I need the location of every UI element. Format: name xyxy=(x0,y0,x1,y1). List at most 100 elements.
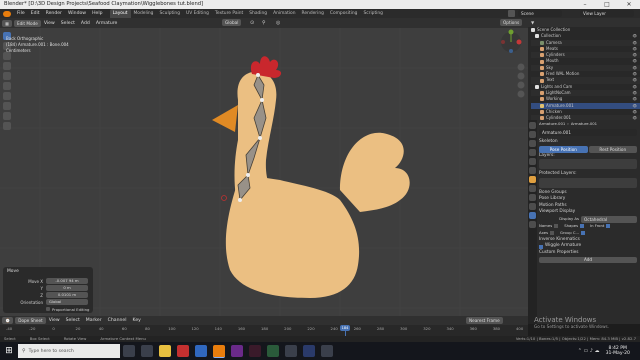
tab-uv-editing[interactable]: UV Editing xyxy=(183,9,212,18)
move-x-field[interactable]: -0.007 94 m xyxy=(46,278,88,284)
minimize-button[interactable]: – xyxy=(574,0,596,9)
mode-selector[interactable]: Edit Mode xyxy=(13,19,41,27)
illustrator-icon[interactable] xyxy=(249,345,261,357)
shapes-checkbox[interactable] xyxy=(580,224,585,228)
taskbar-app-icon[interactable] xyxy=(141,345,153,357)
chicken-tail[interactable] xyxy=(340,132,410,212)
view-layer-tab-icon[interactable] xyxy=(529,149,536,156)
menu-add[interactable]: Add xyxy=(78,19,93,28)
windows-start-icon[interactable]: ⊞ xyxy=(2,344,16,358)
snap-mode-dropdown[interactable]: Nearest Frame xyxy=(466,317,503,324)
menu-view[interactable]: View xyxy=(41,19,58,28)
move-z-field[interactable]: 0.0101 m xyxy=(46,292,88,298)
annotate-tool-icon[interactable] xyxy=(3,92,11,100)
tool-tab-icon[interactable] xyxy=(529,122,536,129)
pose-position-button[interactable]: Pose Position xyxy=(539,145,588,153)
tab-animation[interactable]: Animation xyxy=(270,9,298,18)
outliner-filter-icon[interactable]: ▼ xyxy=(531,20,534,25)
dope-sheet-mode[interactable]: Dope Sheet xyxy=(15,317,46,324)
opera-icon[interactable] xyxy=(177,345,189,357)
proportional-icon[interactable]: ◎ xyxy=(276,20,280,26)
extrude-tool-icon[interactable] xyxy=(3,112,11,120)
navigation-gizmo[interactable] xyxy=(494,28,526,118)
timeline-ruler[interactable]: -40 -20 0 20 40 60 80 100 120 140 160 180 200 220 240 2… xyxy=(6,326,523,333)
measure-tool-icon[interactable] xyxy=(3,102,11,110)
task-view-icon[interactable] xyxy=(123,345,135,357)
chicken-model[interactable] xyxy=(190,40,430,310)
proportional-checkbox[interactable] xyxy=(46,307,50,311)
tab-sculpting[interactable]: Sculpting xyxy=(156,9,183,18)
tab-texture-paint[interactable]: Texture Paint xyxy=(212,9,246,18)
world-tab-icon[interactable] xyxy=(529,167,536,174)
menu-edit[interactable]: Edit xyxy=(28,9,43,18)
layers-grid[interactable] xyxy=(539,159,637,169)
clock[interactable]: 8:42 PM 31-May-20 xyxy=(606,346,630,356)
editor-type-dopesheet-icon[interactable]: ⌚ xyxy=(2,317,14,324)
protected-layers-grid[interactable] xyxy=(539,177,637,188)
tab-layout[interactable]: Layout xyxy=(109,9,131,18)
tab-shading[interactable]: Shading xyxy=(246,9,270,18)
editor-type-icon[interactable]: ▦ xyxy=(2,19,12,27)
move-y-field[interactable]: 0 m xyxy=(46,285,88,291)
axes-checkbox[interactable] xyxy=(550,231,555,235)
output-tab-icon[interactable] xyxy=(529,140,536,147)
section-wiggle-armature[interactable]: Wiggle Armature xyxy=(545,243,581,250)
modifier-tab-icon[interactable] xyxy=(529,185,536,192)
add-property-button[interactable]: Add xyxy=(539,256,637,263)
menu-select[interactable]: Select xyxy=(58,19,78,28)
object-tab-icon[interactable] xyxy=(529,176,536,183)
roll-tool-icon[interactable] xyxy=(3,122,11,130)
scene-tab-icon[interactable] xyxy=(529,158,536,165)
menu-tl-select[interactable]: Select xyxy=(63,316,83,325)
armature-data-tab-icon[interactable] xyxy=(529,212,536,219)
orientation-dropdown[interactable]: Global xyxy=(46,299,88,305)
media-encoder-icon[interactable] xyxy=(267,345,279,357)
bone-joint[interactable] xyxy=(260,98,264,102)
bone-tab-icon[interactable] xyxy=(529,221,536,228)
scene-selector[interactable]: Scene xyxy=(518,10,562,17)
menu-file[interactable]: File xyxy=(14,9,28,18)
rest-position-button[interactable]: Rest Position xyxy=(588,145,637,153)
options-dropdown[interactable]: Options xyxy=(500,19,523,26)
file-explorer-icon[interactable] xyxy=(159,345,171,357)
bone-joint[interactable] xyxy=(246,173,250,177)
system-tray-icons[interactable]: ⌃ ▭ ♪ ☁ xyxy=(578,348,600,354)
menu-tl-view[interactable]: View xyxy=(46,316,63,325)
rotate-tool-icon[interactable] xyxy=(3,62,11,70)
section-custom-properties[interactable]: Custom Properties xyxy=(539,250,637,257)
scale-tool-icon[interactable] xyxy=(3,72,11,80)
bone-joint[interactable] xyxy=(258,136,262,140)
bone-joint[interactable] xyxy=(256,73,260,77)
transform-orientation[interactable]: Global xyxy=(222,19,242,26)
constraint-tab-icon[interactable] xyxy=(529,203,536,210)
move-tool-icon[interactable] xyxy=(3,52,11,60)
taskbar-app2-icon[interactable] xyxy=(285,345,297,357)
taskbar-app4-icon[interactable] xyxy=(321,345,333,357)
maximize-button[interactable]: □ xyxy=(596,0,618,9)
blender-logo-icon[interactable] xyxy=(3,10,11,17)
menu-tl-marker[interactable]: Marker xyxy=(83,316,105,325)
menu-window[interactable]: Window xyxy=(65,9,89,18)
taskbar-app3-icon[interactable] xyxy=(303,345,315,357)
menu-tl-channel[interactable]: Channel xyxy=(105,316,130,325)
names-checkbox[interactable] xyxy=(554,224,559,228)
menu-tl-key[interactable]: Key xyxy=(130,316,144,325)
after-effects-icon[interactable] xyxy=(231,345,243,357)
blender-taskbar-icon[interactable] xyxy=(213,344,225,358)
tab-scripting[interactable]: Scripting xyxy=(360,9,386,18)
display-as-dropdown[interactable]: Octahedral xyxy=(581,215,637,223)
transform-tool-icon[interactable] xyxy=(3,82,11,90)
group-colors-checkbox[interactable] xyxy=(581,231,586,235)
menu-armature[interactable]: Armature xyxy=(93,19,121,28)
menu-help[interactable]: Help xyxy=(89,9,105,18)
tab-modeling[interactable]: Modeling xyxy=(131,9,157,18)
wiggle-armature-checkbox[interactable] xyxy=(539,244,543,249)
pivot-icon[interactable]: ⊙ xyxy=(250,20,254,26)
edge-icon[interactable] xyxy=(195,345,207,357)
render-tab-icon[interactable] xyxy=(529,131,536,138)
view-layer-selector[interactable]: View Layer xyxy=(580,10,634,17)
tab-rendering[interactable]: Rendering xyxy=(298,9,326,18)
3d-cursor-icon[interactable] xyxy=(221,195,227,201)
snap-icon[interactable]: ⚲ xyxy=(262,20,266,26)
chicken-beak[interactable] xyxy=(212,105,238,132)
